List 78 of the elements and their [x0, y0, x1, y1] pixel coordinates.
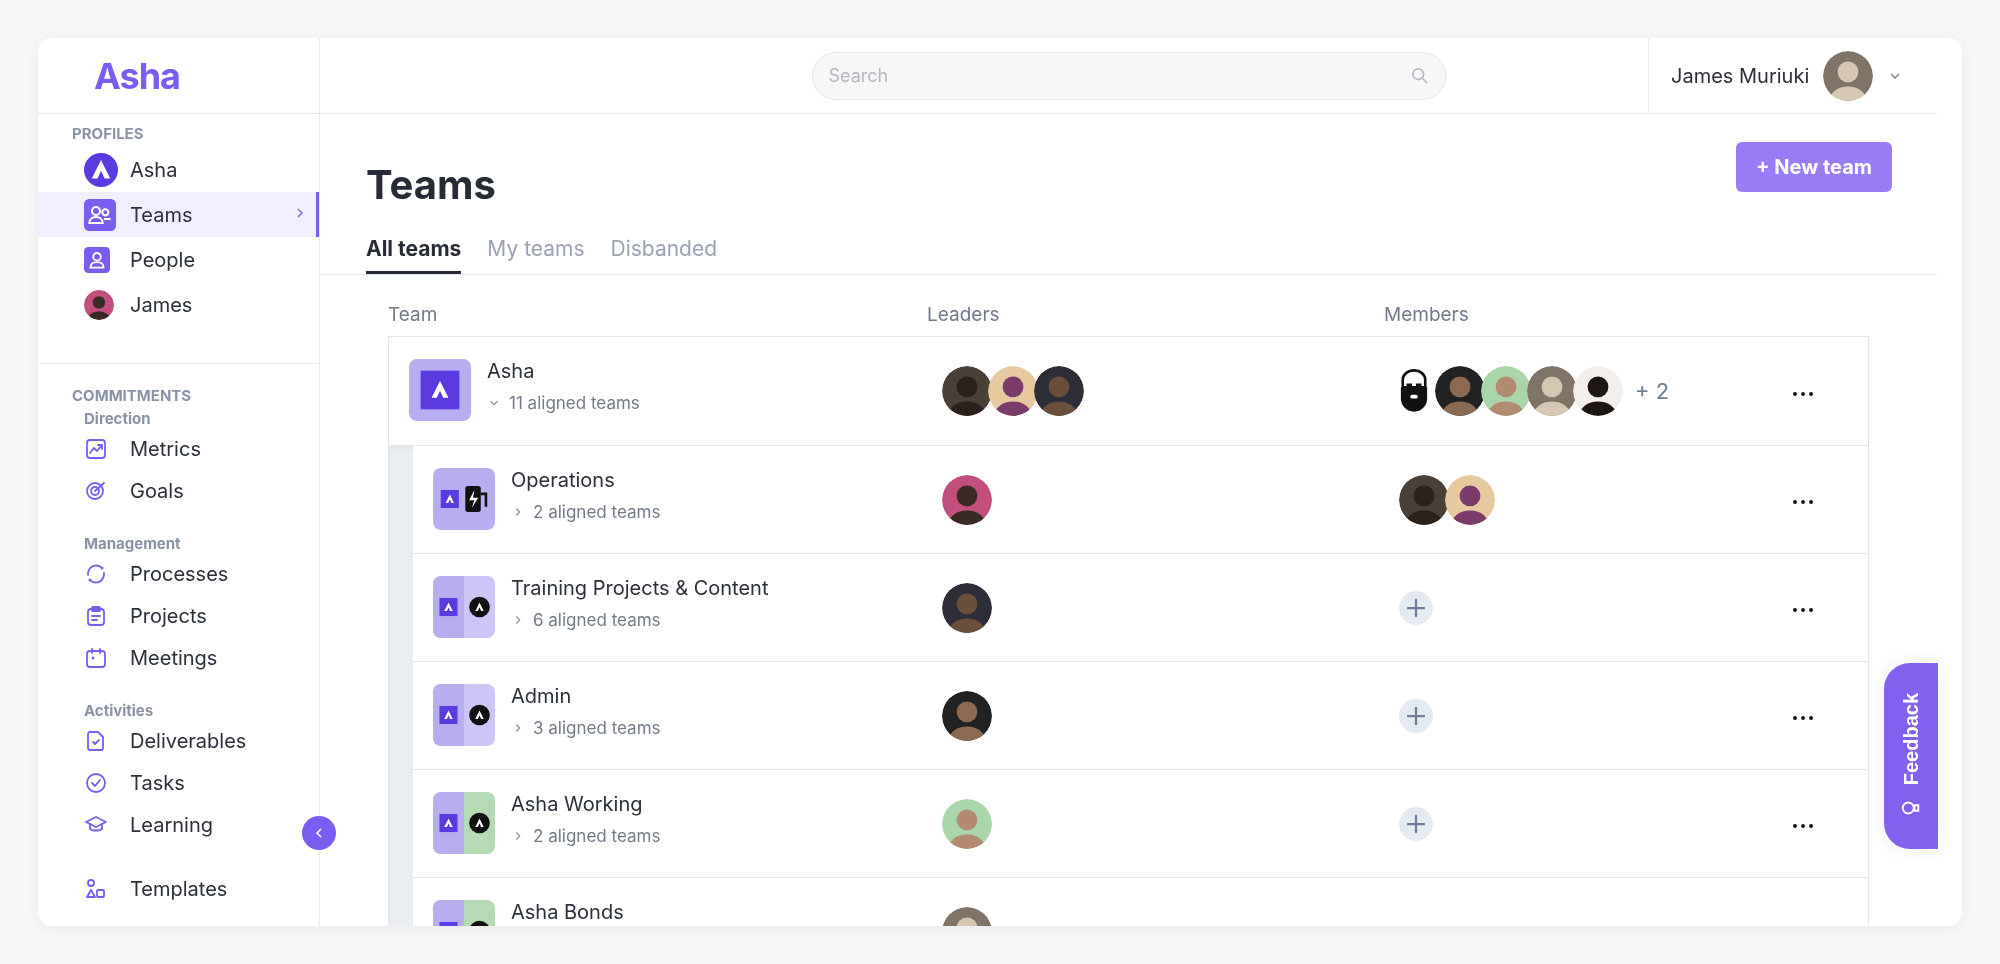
avatar: [942, 798, 992, 849]
section-heading: PROFILES: [71, 124, 145, 143]
avatar: [1445, 474, 1495, 525]
more-icon: [1793, 608, 1813, 612]
feedback-button[interactable]: Feedback: [1884, 663, 1938, 849]
avatar: [84, 289, 114, 320]
plus-icon: [1407, 598, 1425, 617]
clipboard-icon: [84, 604, 108, 628]
sidebar-item[interactable]: Templates: [38, 868, 236, 910]
sidebar-item[interactable]: Learning: [38, 804, 221, 846]
team-icon: [409, 359, 471, 421]
sidebar-item[interactable]: James: [38, 282, 201, 327]
group-heading: Management: [83, 534, 182, 553]
logo-icon: [84, 152, 118, 187]
team-name[interactable]: Admin: [511, 684, 661, 708]
avatar: [942, 366, 992, 416]
search-field[interactable]: Search: [811, 51, 1446, 100]
team-name[interactable]: Asha Bonds: [511, 900, 624, 924]
person-icon: [84, 246, 110, 273]
sidebar-item[interactable]: Metrics: [38, 428, 209, 470]
avatar: [1527, 366, 1577, 416]
section-heading: COMMITMENTS: [71, 386, 193, 405]
avatar: [988, 366, 1038, 416]
column-header: Leaders: [927, 303, 1001, 326]
plus-icon: [1407, 814, 1425, 833]
sidebar-item[interactable]: Meetings: [38, 637, 226, 679]
column-header: Members: [1384, 303, 1470, 326]
add-member-button[interactable]: [1399, 806, 1433, 841]
sidebar-item[interactable]: Projects: [38, 595, 215, 637]
add-member-button[interactable]: [1399, 698, 1433, 733]
sidebar-item[interactable]: Asha: [38, 147, 186, 192]
team-icon: [433, 468, 495, 530]
calendar-icon: [84, 646, 108, 670]
team-name[interactable]: Asha Working: [511, 792, 661, 816]
avatar: [942, 474, 992, 525]
collapse-button[interactable]: [302, 816, 336, 850]
aligned-teams-toggle[interactable]: 2 aligned teams: [511, 826, 661, 846]
page-title: Teams: [366, 160, 496, 209]
aligned-teams-toggle[interactable]: 2 aligned teams: [511, 502, 661, 522]
avatar: [1399, 474, 1449, 525]
column-header: Team: [388, 303, 439, 326]
target-icon: [84, 479, 108, 503]
avatar: [942, 582, 992, 633]
group-heading: Direction: [83, 409, 152, 428]
aligned-teams-toggle[interactable]: 6 aligned teams: [511, 610, 769, 630]
avatar: [1481, 366, 1531, 416]
sidebar-item[interactable]: People: [38, 237, 204, 282]
more-icon: [1793, 716, 1813, 720]
more-icon: [1793, 391, 1813, 396]
avatar: [1435, 366, 1485, 416]
check-circle-icon: [84, 771, 108, 795]
shapes-icon: [84, 877, 108, 901]
sidebar-item[interactable]: Processes: [38, 553, 237, 595]
group-heading: Activities: [83, 701, 155, 720]
people-icon: [84, 198, 116, 231]
aligned-teams-toggle[interactable]: 3 aligned teams: [511, 718, 661, 738]
sidebar-item[interactable]: Goals: [38, 470, 192, 512]
more-icon: [1793, 500, 1813, 504]
user-name: James Muriuki: [1671, 63, 1810, 88]
aligned-teams-toggle[interactable]: 11 aligned teams: [487, 393, 640, 413]
team-name[interactable]: Asha: [487, 359, 640, 383]
sidebar-item[interactable]: Teams: [38, 192, 319, 237]
chart-icon: [84, 437, 108, 461]
team-name[interactable]: Training Projects & Content: [511, 576, 769, 600]
logo[interactable]: Asha: [94, 53, 180, 98]
sidebar-item[interactable]: Deliverables: [38, 720, 255, 762]
sidebar-item[interactable]: Tasks: [38, 762, 193, 804]
avatar: [1573, 366, 1623, 416]
more-icon: [1793, 824, 1813, 828]
search-icon: [1411, 67, 1428, 84]
tab[interactable]: All teams: [366, 236, 462, 274]
plus-icon: [1407, 706, 1425, 725]
add-member-button[interactable]: [1399, 590, 1433, 625]
avatar: [942, 690, 992, 741]
member-count: + 2: [1635, 378, 1670, 404]
avatar: [1034, 366, 1084, 416]
cycle-icon: [84, 562, 108, 586]
team-name[interactable]: Operations: [511, 468, 661, 492]
